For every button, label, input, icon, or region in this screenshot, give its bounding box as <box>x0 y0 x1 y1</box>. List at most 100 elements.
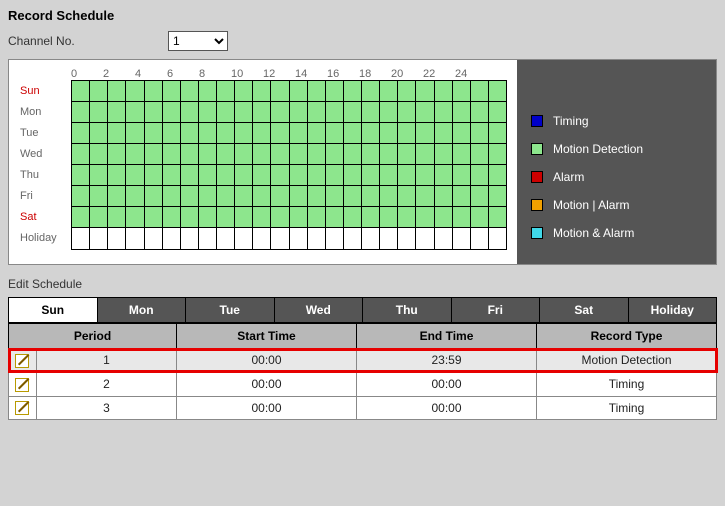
grid-cell[interactable] <box>199 186 217 206</box>
grid-cell[interactable] <box>453 144 471 164</box>
grid-cell[interactable] <box>126 165 144 185</box>
schedule-grid[interactable]: SunMonTueWedThuFriSatHoliday <box>71 80 507 250</box>
grid-cell[interactable] <box>271 186 289 206</box>
grid-cell[interactable] <box>181 207 199 227</box>
grid-cell[interactable] <box>416 123 434 143</box>
pencil-icon[interactable] <box>15 378 29 392</box>
grid-cell[interactable] <box>326 123 344 143</box>
grid-cell[interactable] <box>398 228 416 249</box>
grid-cell[interactable] <box>271 165 289 185</box>
tab-fri[interactable]: Fri <box>451 298 540 323</box>
grid-cell[interactable] <box>290 207 308 227</box>
grid-cell[interactable] <box>271 144 289 164</box>
grid-cell[interactable] <box>489 102 506 122</box>
grid-cell[interactable] <box>453 186 471 206</box>
grid-cell[interactable] <box>90 186 108 206</box>
grid-cell[interactable] <box>326 165 344 185</box>
grid-cell[interactable] <box>126 81 144 101</box>
grid-cell[interactable] <box>471 207 489 227</box>
grid-cell[interactable] <box>108 81 126 101</box>
grid-cell[interactable] <box>362 165 380 185</box>
grid-cell[interactable] <box>290 144 308 164</box>
grid-cell[interactable] <box>380 186 398 206</box>
grid-cell[interactable] <box>453 207 471 227</box>
grid-cell[interactable] <box>235 102 253 122</box>
grid-cell[interactable] <box>145 123 163 143</box>
grid-row-fri[interactable] <box>72 186 506 207</box>
grid-cell[interactable] <box>416 81 434 101</box>
grid-cell[interactable] <box>163 81 181 101</box>
grid-cell[interactable] <box>72 81 90 101</box>
grid-cell[interactable] <box>199 207 217 227</box>
grid-cell[interactable] <box>380 81 398 101</box>
grid-cell[interactable] <box>163 228 181 249</box>
grid-cell[interactable] <box>199 102 217 122</box>
grid-row-thu[interactable] <box>72 165 506 186</box>
grid-cell[interactable] <box>126 207 144 227</box>
grid-cell[interactable] <box>362 123 380 143</box>
grid-cell[interactable] <box>435 207 453 227</box>
grid-cell[interactable] <box>90 165 108 185</box>
grid-cell[interactable] <box>235 207 253 227</box>
grid-cell[interactable] <box>344 207 362 227</box>
grid-cell[interactable] <box>253 144 271 164</box>
grid-cell[interactable] <box>145 228 163 249</box>
grid-cell[interactable] <box>398 123 416 143</box>
grid-cell[interactable] <box>453 228 471 249</box>
grid-cell[interactable] <box>435 186 453 206</box>
grid-cell[interactable] <box>344 228 362 249</box>
grid-cell[interactable] <box>435 144 453 164</box>
grid-cell[interactable] <box>217 144 235 164</box>
grid-cell[interactable] <box>72 165 90 185</box>
period-row[interactable]: 300:0000:00Timing <box>9 396 717 420</box>
grid-cell[interactable] <box>471 102 489 122</box>
grid-cell[interactable] <box>344 81 362 101</box>
grid-cell[interactable] <box>453 165 471 185</box>
grid-cell[interactable] <box>308 165 326 185</box>
grid-cell[interactable] <box>271 123 289 143</box>
grid-cell[interactable] <box>108 102 126 122</box>
grid-cell[interactable] <box>108 144 126 164</box>
grid-cell[interactable] <box>90 228 108 249</box>
grid-cell[interactable] <box>398 81 416 101</box>
grid-cell[interactable] <box>380 228 398 249</box>
grid-cell[interactable] <box>326 102 344 122</box>
grid-cell[interactable] <box>290 228 308 249</box>
grid-cell[interactable] <box>326 144 344 164</box>
grid-cell[interactable] <box>290 102 308 122</box>
grid-cell[interactable] <box>435 228 453 249</box>
pencil-icon[interactable] <box>15 354 29 368</box>
grid-cell[interactable] <box>489 144 506 164</box>
grid-cell[interactable] <box>199 228 217 249</box>
grid-cell[interactable] <box>181 102 199 122</box>
grid-cell[interactable] <box>217 186 235 206</box>
grid-cell[interactable] <box>380 102 398 122</box>
grid-cell[interactable] <box>108 165 126 185</box>
tab-holiday[interactable]: Holiday <box>628 298 717 323</box>
grid-cell[interactable] <box>344 165 362 185</box>
grid-cell[interactable] <box>181 228 199 249</box>
grid-cell[interactable] <box>145 207 163 227</box>
grid-row-holiday[interactable] <box>72 228 506 249</box>
grid-cell[interactable] <box>72 144 90 164</box>
tab-wed[interactable]: Wed <box>274 298 363 323</box>
grid-cell[interactable] <box>453 123 471 143</box>
grid-cell[interactable] <box>416 207 434 227</box>
grid-cell[interactable] <box>217 165 235 185</box>
grid-cell[interactable] <box>398 144 416 164</box>
grid-cell[interactable] <box>471 165 489 185</box>
grid-cell[interactable] <box>145 165 163 185</box>
grid-cell[interactable] <box>72 228 90 249</box>
grid-cell[interactable] <box>471 186 489 206</box>
grid-cell[interactable] <box>416 228 434 249</box>
grid-cell[interactable] <box>163 102 181 122</box>
grid-cell[interactable] <box>181 123 199 143</box>
grid-cell[interactable] <box>471 144 489 164</box>
tab-tue[interactable]: Tue <box>186 298 275 323</box>
grid-cell[interactable] <box>271 102 289 122</box>
grid-cell[interactable] <box>163 186 181 206</box>
grid-cell[interactable] <box>90 144 108 164</box>
grid-cell[interactable] <box>489 207 506 227</box>
grid-cell[interactable] <box>108 207 126 227</box>
grid-cell[interactable] <box>362 186 380 206</box>
